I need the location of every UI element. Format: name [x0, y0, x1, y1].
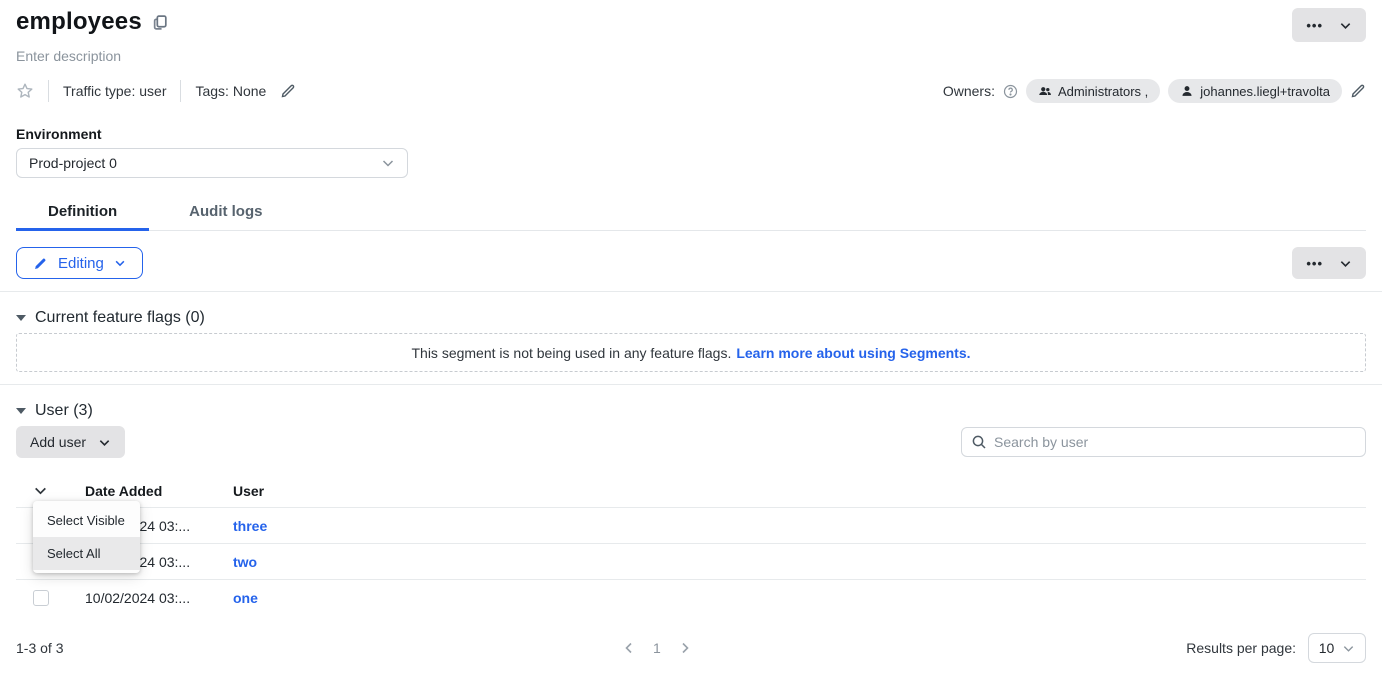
results-per-page-value: 10 [1319, 640, 1335, 656]
page-title: employees [16, 8, 142, 36]
person-icon [1180, 84, 1194, 98]
group-icon [1038, 84, 1052, 98]
menu-item-select-all[interactable]: Select All [33, 537, 140, 570]
table-header-row: Date Added User [16, 474, 1366, 507]
environment-select[interactable]: Prod-project 0 [16, 148, 408, 178]
user-search-box [961, 427, 1366, 457]
feature-flags-section-heading[interactable]: Current feature flags (0) [16, 309, 1366, 327]
divider [0, 384, 1382, 385]
divider [48, 80, 49, 102]
column-header-user[interactable]: User [233, 483, 1366, 499]
empty-message: This segment is not being used in any fe… [411, 345, 731, 361]
table-row: 10/02/2024 03:... three [16, 507, 1366, 543]
table-row: 10/02/2024 03:... two [16, 543, 1366, 579]
next-page-button[interactable] [678, 641, 692, 655]
table-row: 10/02/2024 03:... one [16, 579, 1366, 615]
header-overflow-button[interactable]: ••• [1292, 8, 1366, 42]
row-checkbox[interactable] [33, 590, 49, 606]
edit-owners-pencil-icon[interactable] [1350, 83, 1366, 99]
learn-more-link[interactable]: Learn more about using Segments. [736, 345, 970, 361]
user-link[interactable]: one [233, 590, 1366, 606]
pencil-icon [33, 256, 48, 271]
environment-selected-value: Prod-project 0 [29, 155, 117, 171]
editing-label: Editing [58, 255, 104, 272]
owner-pill-administrators[interactable]: Administrators , [1026, 79, 1160, 103]
collapse-triangle-icon [16, 315, 26, 321]
pagination-footer: 1-3 of 3 1 Results per page: 10 [16, 632, 1366, 664]
owner-pill-user[interactable]: johannes.liegl+travolta [1168, 79, 1342, 103]
search-input[interactable] [994, 434, 1356, 450]
tab-definition[interactable]: Definition [40, 199, 125, 230]
divider [0, 291, 1382, 292]
collapse-triangle-icon [16, 408, 26, 414]
feature-flags-empty-state: This segment is not being used in any fe… [16, 333, 1366, 372]
chevron-down-icon [1339, 257, 1352, 270]
description-placeholder[interactable]: Enter description [16, 48, 1366, 64]
tab-bar: Definition Audit logs [16, 199, 1366, 231]
owner-pill-label: Administrators , [1058, 84, 1148, 99]
column-header-date-added[interactable]: Date Added [85, 483, 233, 499]
title-row: employees ••• [16, 8, 1366, 42]
search-icon [971, 434, 987, 450]
environment-label: Environment [16, 126, 1366, 142]
tab-audit-logs[interactable]: Audit logs [181, 199, 270, 230]
user-table: Date Added User 10/02/2024 03:... three … [16, 474, 1366, 615]
results-per-page-select[interactable]: 10 [1308, 633, 1366, 663]
toolbar-overflow-button[interactable]: ••• [1292, 247, 1366, 279]
user-section-heading[interactable]: User (3) [16, 402, 1366, 420]
tags-label: Tags: None [195, 83, 266, 99]
editing-mode-button[interactable]: Editing [16, 247, 143, 279]
chevron-down-icon [1339, 19, 1352, 32]
owners-label: Owners: [943, 83, 995, 99]
add-user-button[interactable]: Add user [16, 426, 125, 458]
current-page-number[interactable]: 1 [653, 640, 661, 656]
chevron-down-icon [381, 156, 395, 170]
definition-toolbar: Editing ••• [16, 247, 1366, 279]
results-per-page-label: Results per page: [1186, 640, 1296, 656]
divider [180, 80, 181, 102]
menu-item-select-visible[interactable]: Select Visible [33, 504, 140, 537]
ellipsis-icon: ••• [1306, 19, 1323, 32]
chevron-down-icon [114, 257, 126, 269]
chevron-left-icon [622, 641, 636, 655]
add-user-label: Add user [30, 434, 86, 450]
ellipsis-icon: ••• [1306, 257, 1323, 270]
chevron-down-icon [98, 436, 111, 449]
pager: 1 [622, 640, 692, 656]
user-link[interactable]: two [233, 554, 1366, 570]
edit-tags-pencil-icon[interactable] [280, 83, 296, 99]
user-link[interactable]: three [233, 518, 1366, 534]
select-all-dropdown-toggle[interactable] [16, 483, 85, 498]
help-circle-icon[interactable] [1003, 84, 1018, 99]
chevron-down-icon [33, 483, 48, 498]
user-controls-row: Add user [16, 426, 1366, 458]
results-range-text: 1-3 of 3 [16, 640, 63, 656]
copy-icon[interactable] [152, 14, 169, 31]
feature-flags-heading-label: Current feature flags (0) [35, 309, 205, 327]
date-added-cell: 10/02/2024 03:... [85, 590, 233, 606]
select-dropdown-menu: Select Visible Select All [33, 501, 140, 573]
meta-row: Traffic type: user Tags: None Owners: Ad… [16, 79, 1366, 103]
chevron-down-icon [1342, 642, 1355, 655]
chevron-right-icon [678, 641, 692, 655]
previous-page-button[interactable] [622, 641, 636, 655]
traffic-type-label: Traffic type: user [63, 83, 166, 99]
user-heading-label: User (3) [35, 402, 93, 420]
star-icon[interactable] [16, 82, 34, 100]
segment-detail-page: employees ••• Enter description Traf [0, 0, 1382, 664]
owner-pill-label: johannes.liegl+travolta [1200, 84, 1330, 99]
